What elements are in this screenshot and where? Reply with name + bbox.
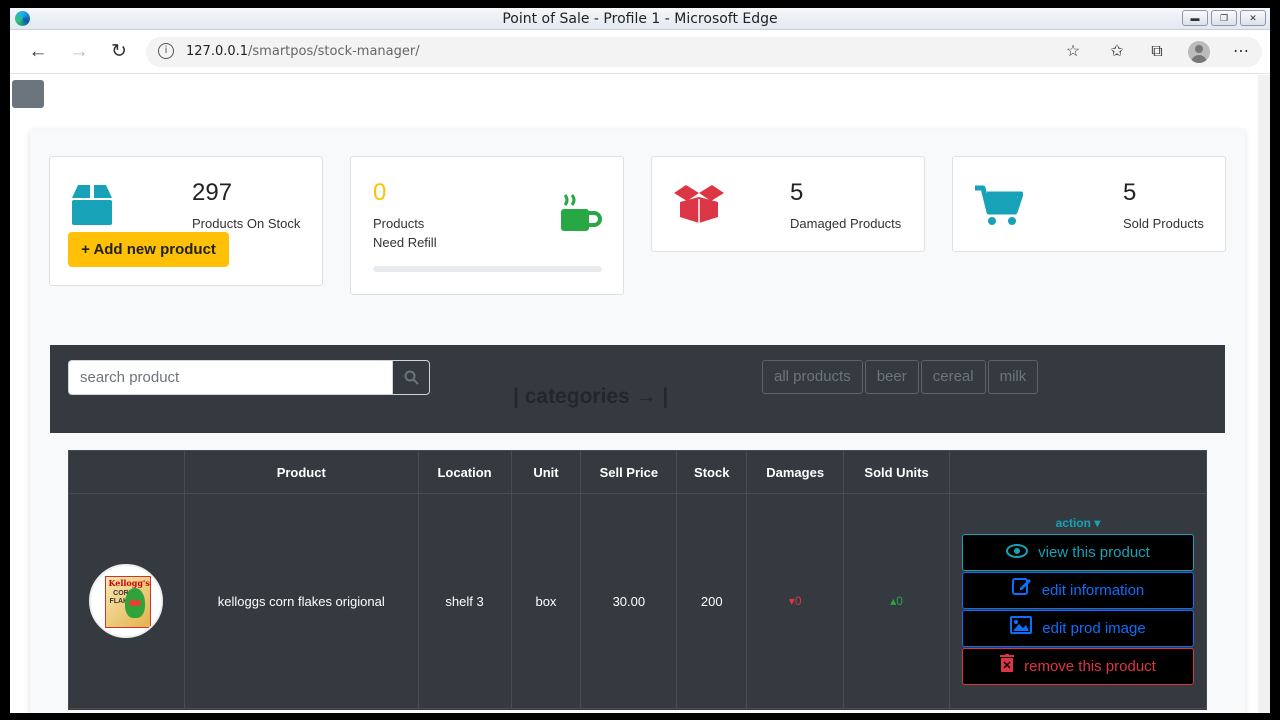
profile-avatar[interactable]	[1188, 41, 1210, 63]
dashboard-panel: 297 Products On Stock + Add new product …	[30, 130, 1245, 713]
products-table: Product Location Unit Sell Price Stock D…	[68, 450, 1208, 709]
category-milk[interactable]: milk	[987, 360, 1039, 394]
products-table-container: Product Location Unit Sell Price Stock D…	[68, 450, 1208, 710]
header-sell-price: Sell Price	[580, 450, 678, 494]
browser-toolbar: ← → ↻ i 127.0.0.1/smartpos/stock-manager…	[10, 30, 1270, 74]
header-product: Product	[183, 450, 419, 494]
info-icon[interactable]: i	[158, 43, 174, 59]
damaged-count: 5	[790, 179, 804, 206]
header-unit: Unit	[510, 450, 582, 494]
sidebar-toggle-button[interactable]	[12, 80, 44, 108]
refill-card: 0 Products Need Refill	[350, 156, 624, 295]
product-unit: box	[510, 493, 582, 709]
coffee-cup-icon	[561, 194, 602, 231]
edit-information-button[interactable]: edit information	[961, 572, 1194, 609]
minimize-button[interactable]: ▬	[1182, 10, 1208, 26]
search-input[interactable]: search product	[68, 360, 392, 395]
category-all-products[interactable]: all products	[762, 360, 863, 394]
table-header-row: Product Location Unit Sell Price Stock D…	[68, 450, 1208, 494]
close-button[interactable]: ✕	[1240, 10, 1266, 26]
header-sold-units: Sold Units	[843, 450, 950, 494]
caret-down-icon: ▾	[1094, 516, 1101, 530]
product-location: shelf 3	[417, 493, 512, 709]
sold-label: Sold Products	[1123, 216, 1204, 231]
refill-label-line1: Products	[373, 216, 425, 231]
edit-icon	[1011, 574, 1032, 609]
header-location: Location	[417, 450, 512, 494]
header-stock: Stock	[676, 450, 748, 494]
product-stock: 200	[676, 493, 748, 709]
remove-product-button[interactable]: remove this product	[961, 648, 1194, 685]
product-image[interactable]: Kellogg's CORN FLAKES	[89, 564, 164, 638]
view-product-button[interactable]: view this product	[961, 534, 1194, 571]
search-icon	[404, 370, 419, 385]
plus-icon: +	[81, 241, 94, 258]
refill-label-line2: Need Refill	[373, 235, 437, 250]
box-icon	[72, 185, 112, 225]
damaged-card: 5 Damaged Products	[651, 156, 925, 252]
title-bar: Point of Sale - Profile 1 - Microsoft Ed…	[10, 8, 1270, 30]
stock-count: 297	[192, 179, 233, 206]
header-actions	[948, 450, 1208, 494]
product-sell-price: 30.00	[580, 493, 678, 709]
window-title: Point of Sale - Profile 1 - Microsoft Ed…	[502, 11, 778, 27]
add-favorite-icon[interactable]: ☆	[1062, 41, 1084, 63]
categories-label: | categories → |	[513, 385, 669, 408]
filter-bar: search product | categories → | all prod…	[50, 345, 1225, 433]
favorites-icon[interactable]: ✩	[1106, 41, 1128, 63]
sold-card: 5 Sold Products	[952, 156, 1226, 252]
image-icon	[1010, 612, 1033, 647]
product-actions: action ▾ view this product edit informat…	[948, 493, 1208, 709]
action-dropdown-toggle[interactable]: action ▾	[950, 516, 1206, 530]
more-icon[interactable]: ⋯	[1230, 41, 1252, 63]
refill-count: 0	[373, 179, 387, 206]
product-sold-units: ▴0	[843, 493, 950, 709]
refresh-icon[interactable]: ↻	[107, 40, 131, 64]
back-icon[interactable]: ←	[26, 40, 50, 64]
stock-card: 297 Products On Stock + Add new product	[49, 156, 323, 286]
category-beer[interactable]: beer	[864, 360, 919, 394]
add-product-button[interactable]: + Add new product	[68, 232, 229, 267]
address-bar[interactable]: i 127.0.0.1/smartpos/stock-manager/	[146, 37, 1262, 67]
open-box-icon	[674, 185, 724, 223]
category-cereal[interactable]: cereal	[920, 360, 986, 394]
damaged-label: Damaged Products	[790, 216, 902, 231]
page-scrollbar[interactable]	[1258, 75, 1270, 713]
url-text[interactable]: 127.0.0.1/smartpos/stock-manager/	[186, 44, 420, 59]
search-button[interactable]	[392, 360, 430, 395]
page-content: 297 Products On Stock + Add new product …	[10, 75, 1258, 713]
shopping-cart-icon	[975, 185, 1023, 225]
collections-icon[interactable]: ⧉	[1146, 41, 1168, 63]
product-name: kelloggs corn flakes origional	[183, 493, 419, 709]
product-image-cell: Kellogg's CORN FLAKES	[68, 493, 185, 709]
product-damages: ▾0	[746, 493, 845, 709]
eye-icon	[1006, 536, 1029, 571]
forward-icon[interactable]: →	[67, 40, 91, 64]
stock-label: Products On Stock	[192, 216, 301, 231]
trash-icon	[1000, 650, 1015, 685]
browser-window: Point of Sale - Profile 1 - Microsoft Ed…	[10, 8, 1270, 713]
header-image	[68, 450, 185, 494]
category-filter-group: all products beer cereal milk	[762, 360, 1039, 394]
header-damages: Damages	[746, 450, 845, 494]
sold-count: 5	[1123, 179, 1137, 206]
table-row: Kellogg's CORN FLAKES kelloggs corn flake…	[68, 493, 1208, 709]
refill-progress-bar	[373, 266, 602, 272]
restore-button[interactable]: ❐	[1211, 10, 1237, 26]
edit-image-button[interactable]: edit prod image	[961, 610, 1194, 647]
